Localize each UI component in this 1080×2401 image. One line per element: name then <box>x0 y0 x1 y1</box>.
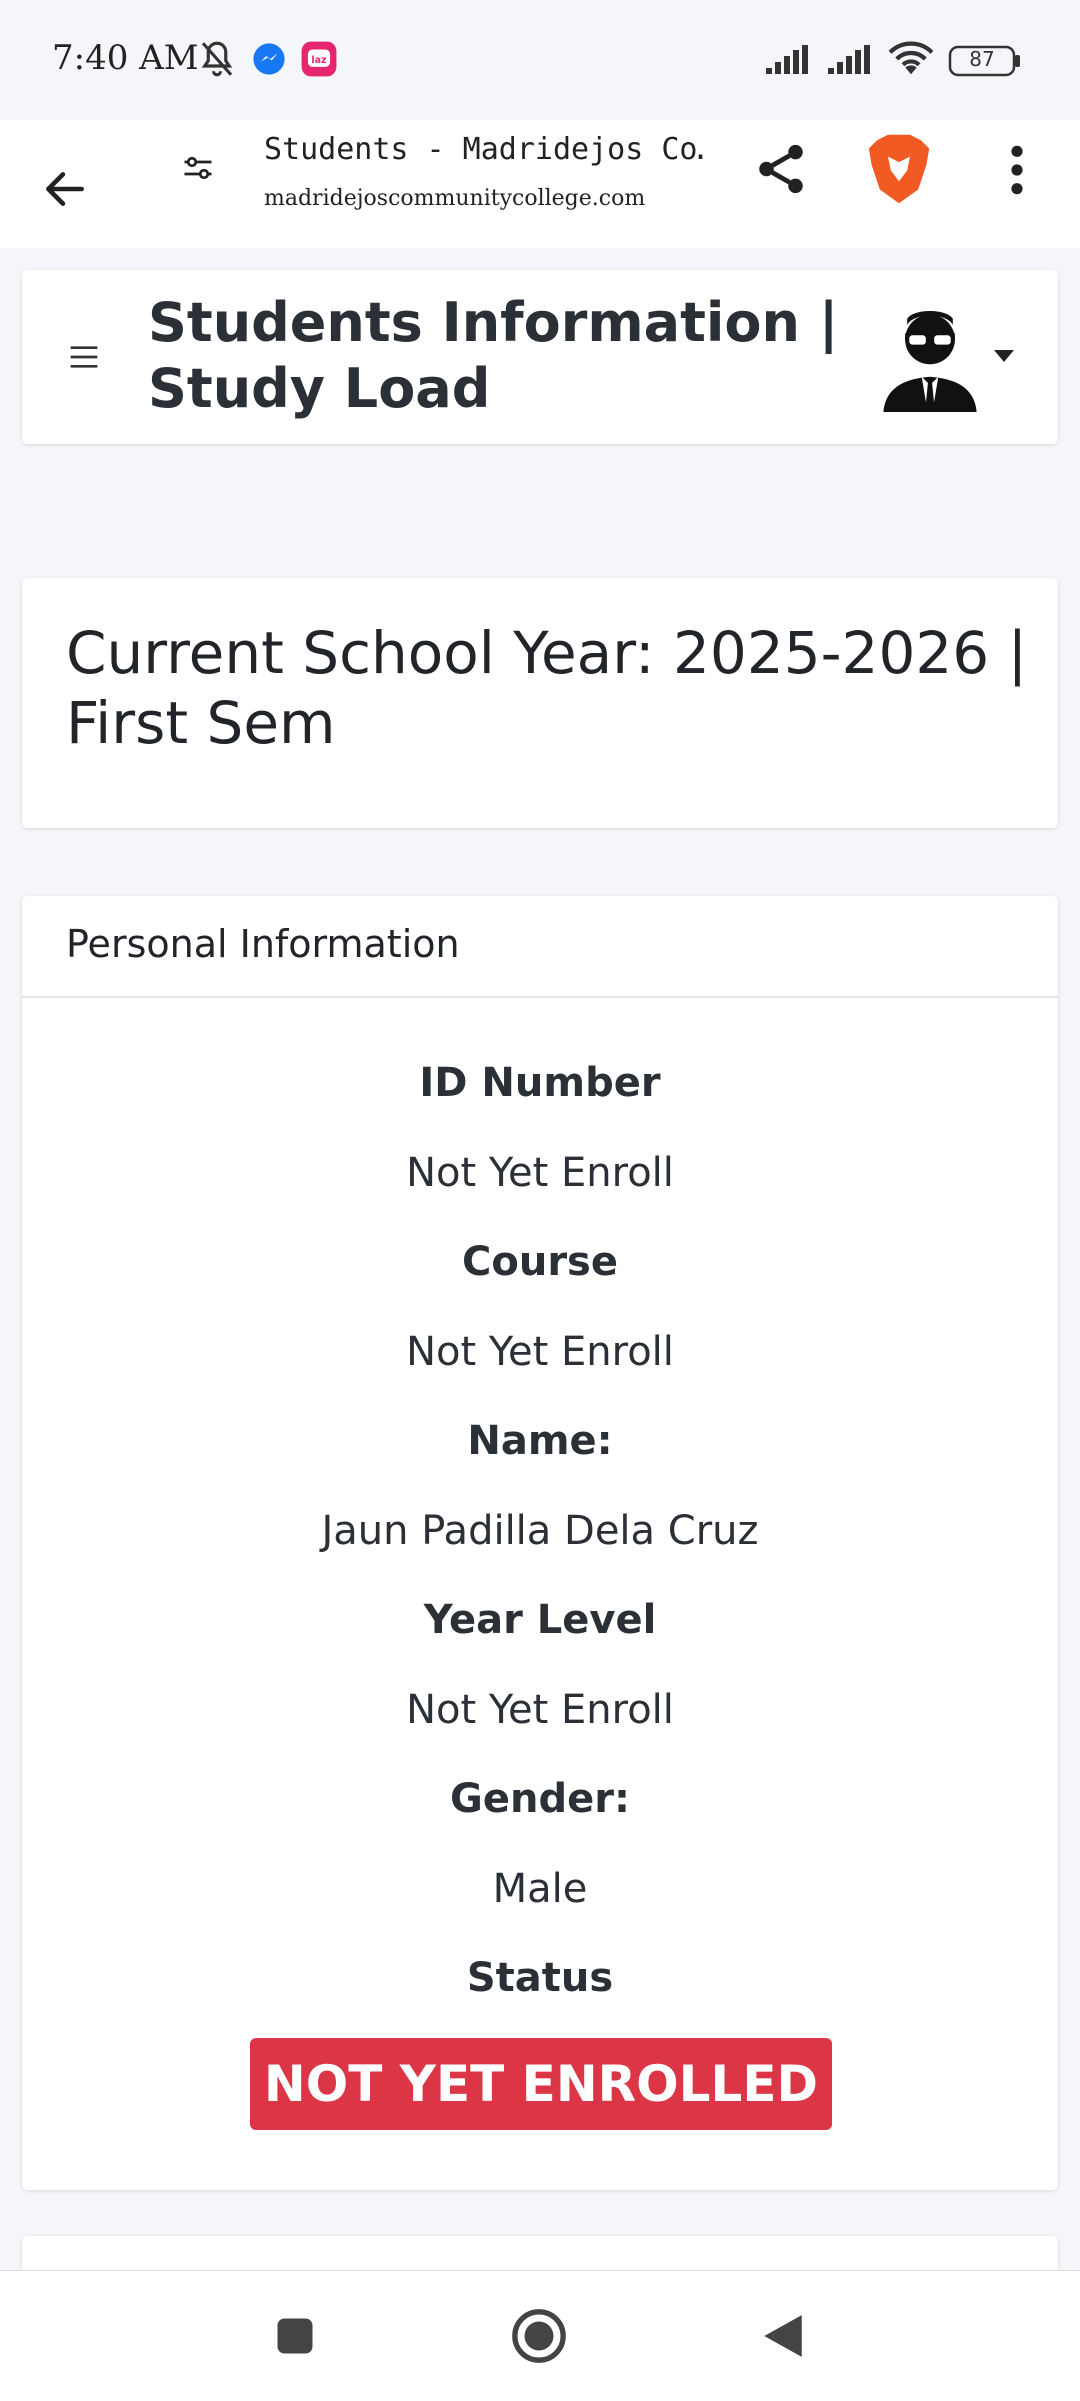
tab-title[interactable]: Students - Madridejos Co… <box>264 132 704 167</box>
svg-text:laz: laz <box>311 55 327 66</box>
more-options-icon[interactable] <box>1000 142 1034 198</box>
home-icon[interactable] <box>510 2307 568 2365</box>
wifi-icon <box>888 41 934 75</box>
brave-shield-icon[interactable] <box>866 132 932 206</box>
messenger-icon <box>253 43 285 75</box>
signal-icon <box>766 45 808 74</box>
site-settings-icon[interactable] <box>180 150 216 186</box>
school-year-text: Current School Year: 2025-2026 | First S… <box>66 619 1028 757</box>
mute-bell-icon <box>201 41 233 77</box>
course-label: Course <box>462 1239 618 1285</box>
status-bar: 7:40 AM laz 87 <box>0 0 1080 120</box>
course-value: Not Yet Enroll <box>406 1329 674 1375</box>
status-time: 7:40 AM <box>52 38 199 78</box>
chevron-down-icon[interactable] <box>992 348 1016 364</box>
lazada-icon: laz <box>301 41 337 77</box>
url-text[interactable]: madridejoscommunitycollege.com <box>264 186 645 211</box>
page-header: Students Information | Study Load <box>22 270 1058 444</box>
personal-info-card: Personal Information ID Number Not Yet E… <box>22 896 1058 2190</box>
gender-value: Male <box>492 1866 588 1912</box>
status-label: Status <box>466 1955 614 2001</box>
share-icon[interactable] <box>752 140 810 198</box>
gender-label: Gender: <box>450 1776 630 1822</box>
android-nav-bar <box>0 2270 1080 2401</box>
id-number-label: ID Number <box>419 1060 661 1106</box>
battery-level: 87 <box>969 47 995 71</box>
user-avatar-icon[interactable] <box>878 298 982 412</box>
card-title: Personal Information <box>66 922 460 966</box>
back-triangle-icon[interactable] <box>760 2311 806 2361</box>
year-level-value: Not Yet Enroll <box>406 1687 674 1733</box>
page-title: Students Information | Study Load <box>148 291 839 420</box>
hamburger-menu-icon[interactable] <box>68 342 100 372</box>
card-header: Personal Information <box>22 896 1058 998</box>
year-level-label: Year Level <box>423 1597 657 1643</box>
recent-apps-icon[interactable] <box>274 2315 316 2357</box>
id-number-value: Not Yet Enroll <box>406 1150 674 1196</box>
name-label: Name: <box>467 1418 613 1464</box>
status-badge: NOT YET ENROLLED <box>250 2038 832 2130</box>
signal-icon-2 <box>828 45 870 74</box>
back-arrow-icon[interactable] <box>40 164 90 214</box>
school-year-card: Current School Year: 2025-2026 | First S… <box>22 578 1058 828</box>
name-value: Jaun Padilla Dela Cruz <box>321 1508 759 1554</box>
